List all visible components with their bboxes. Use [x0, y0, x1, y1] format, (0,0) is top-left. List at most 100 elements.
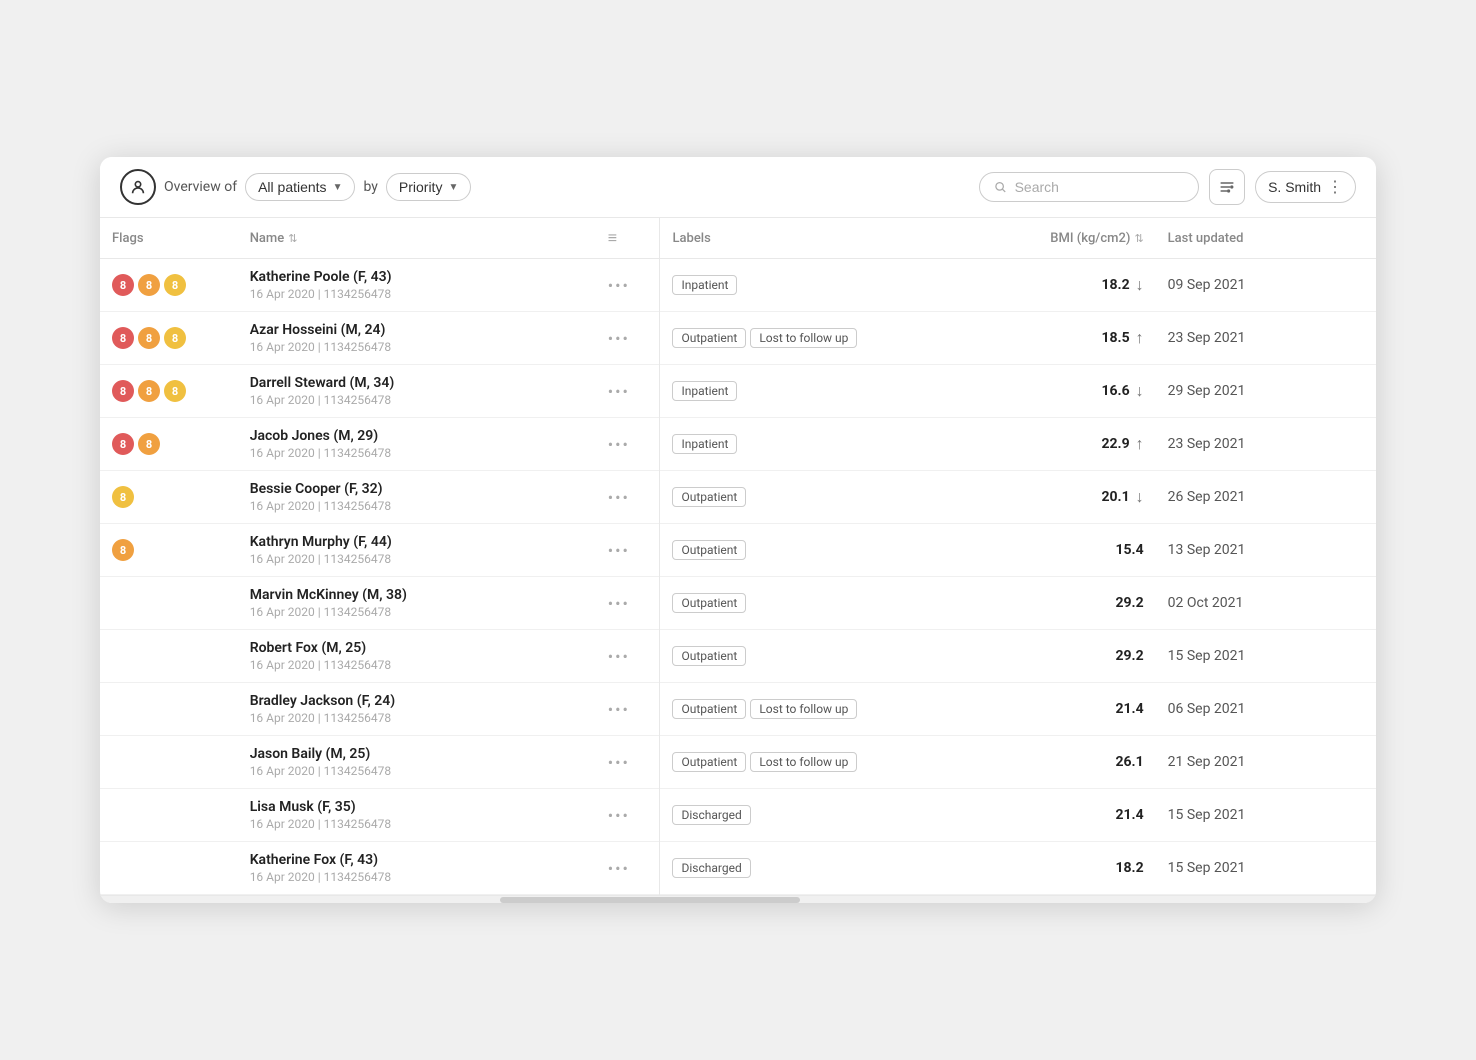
- table-row[interactable]: 8Bessie Cooper (F, 32)16 Apr 2020 | 1134…: [100, 471, 1376, 524]
- bmi-header[interactable]: BMI (kg/cm2) ⇅: [990, 218, 1155, 259]
- labels-cell: Discharged: [660, 842, 990, 895]
- priority-button[interactable]: Priority ▼: [386, 173, 471, 201]
- bmi-cell: 18.2↓: [990, 259, 1155, 312]
- bmi-value: 22.9: [1101, 436, 1129, 452]
- table-row[interactable]: 88Jacob Jones (M, 29)16 Apr 2020 | 11342…: [100, 418, 1376, 471]
- row-menu-cell[interactable]: •••: [596, 312, 660, 365]
- all-patients-button[interactable]: All patients ▼: [245, 173, 355, 201]
- user-button[interactable]: S. Smith ⋮: [1255, 171, 1356, 203]
- row-menu-cell[interactable]: •••: [596, 259, 660, 312]
- row-menu-icon[interactable]: •••: [608, 276, 630, 295]
- flag-badge-red: 8: [112, 380, 134, 402]
- flags-cell: 88: [100, 418, 238, 471]
- row-menu-icon[interactable]: •••: [608, 488, 630, 507]
- label-tag: Outpatient: [672, 752, 746, 772]
- label-tag: Lost to follow up: [750, 328, 857, 348]
- horizontal-scrollbar[interactable]: [100, 895, 1376, 903]
- header: Overview of All patients ▼ by Priority ▼: [100, 157, 1376, 218]
- patient-meta: 16 Apr 2020 | 1134256478: [250, 552, 584, 566]
- scrollbar-thumb[interactable]: [500, 897, 800, 903]
- search-input[interactable]: [1015, 179, 1185, 195]
- name-cell[interactable]: Katherine Fox (F, 43)16 Apr 2020 | 11342…: [238, 842, 596, 895]
- name-cell[interactable]: Lisa Musk (F, 35)16 Apr 2020 | 113425647…: [238, 789, 596, 842]
- row-menu-cell[interactable]: •••: [596, 683, 660, 736]
- name-cell[interactable]: Jacob Jones (M, 29)16 Apr 2020 | 1134256…: [238, 418, 596, 471]
- name-cell[interactable]: Bradley Jackson (F, 24)16 Apr 2020 | 113…: [238, 683, 596, 736]
- bmi-down-icon: ↓: [1136, 275, 1144, 295]
- name-cell[interactable]: Azar Hosseini (M, 24)16 Apr 2020 | 11342…: [238, 312, 596, 365]
- table-row[interactable]: 8Kathryn Murphy (F, 44)16 Apr 2020 | 113…: [100, 524, 1376, 577]
- patient-name: Robert Fox (M, 25): [250, 640, 584, 656]
- name-cell[interactable]: Marvin McKinney (M, 38)16 Apr 2020 | 113…: [238, 577, 596, 630]
- row-menu-cell[interactable]: •••: [596, 524, 660, 577]
- label-tag: Inpatient: [672, 381, 737, 401]
- row-menu-icon[interactable]: •••: [608, 647, 630, 666]
- bmi-value: 20.1: [1101, 489, 1129, 505]
- row-menu-icon[interactable]: •••: [608, 859, 630, 878]
- patient-name: Katherine Poole (F, 43): [250, 269, 584, 285]
- last-updated-cell: 21 Sep 2021: [1156, 736, 1376, 789]
- flags-cell: [100, 842, 238, 895]
- column-menu-icon[interactable]: ≡: [608, 228, 617, 247]
- row-menu-icon[interactable]: •••: [608, 700, 630, 719]
- table-row[interactable]: Robert Fox (M, 25)16 Apr 2020 | 11342564…: [100, 630, 1376, 683]
- name-cell[interactable]: Robert Fox (M, 25)16 Apr 2020 | 11342564…: [238, 630, 596, 683]
- flags-cell: [100, 630, 238, 683]
- table-row[interactable]: Bradley Jackson (F, 24)16 Apr 2020 | 113…: [100, 683, 1376, 736]
- table-row[interactable]: 888Azar Hosseini (M, 24)16 Apr 2020 | 11…: [100, 312, 1376, 365]
- table-row[interactable]: 888Katherine Poole (F, 43)16 Apr 2020 | …: [100, 259, 1376, 312]
- bmi-cell: 21.4: [990, 789, 1155, 842]
- row-menu-cell[interactable]: •••: [596, 842, 660, 895]
- name-cell[interactable]: Kathryn Murphy (F, 44) 16 Apr 2020 | 1134…: [238, 524, 596, 577]
- bmi-value: 16.6: [1101, 383, 1129, 399]
- table-row[interactable]: 888Darrell Steward (M, 34)16 Apr 2020 | …: [100, 365, 1376, 418]
- label-tag: Outpatient: [672, 328, 746, 348]
- row-menu-cell[interactable]: •••: [596, 789, 660, 842]
- row-menu-cell[interactable]: •••: [596, 577, 660, 630]
- patient-name: Kathryn Murphy (F, 44): [250, 534, 584, 550]
- label-tag: Outpatient: [672, 646, 746, 666]
- name-cell[interactable]: Bessie Cooper (F, 32)16 Apr 2020 | 11342…: [238, 471, 596, 524]
- row-menu-cell[interactable]: •••: [596, 736, 660, 789]
- row-menu-icon[interactable]: •••: [608, 329, 630, 348]
- last-updated-cell: 15 Sep 2021: [1156, 789, 1376, 842]
- table-row[interactable]: Lisa Musk (F, 35)16 Apr 2020 | 113425647…: [100, 789, 1376, 842]
- label-tag: Discharged: [672, 805, 750, 825]
- row-menu-cell[interactable]: •••: [596, 418, 660, 471]
- row-menu-icon[interactable]: •••: [608, 435, 630, 454]
- filter-button[interactable]: [1209, 169, 1245, 205]
- bmi-value: 21.4: [1115, 807, 1143, 823]
- patient-name: Lisa Musk (F, 35): [250, 799, 584, 815]
- row-menu-cell[interactable]: •••: [596, 630, 660, 683]
- patient-name: Bradley Jackson (F, 24): [250, 693, 584, 709]
- row-menu-cell[interactable]: •••: [596, 365, 660, 418]
- filter-icon: [1219, 179, 1235, 195]
- bmi-value: 29.2: [1115, 648, 1143, 664]
- search-box[interactable]: [979, 172, 1199, 202]
- flags-cell: [100, 683, 238, 736]
- table-row[interactable]: Jason Baily (M, 25)16 Apr 2020 | 1134256…: [100, 736, 1376, 789]
- patient-meta: 16 Apr 2020 | 1134256478: [250, 764, 584, 778]
- bmi-value: 26.1: [1115, 754, 1143, 770]
- name-cell[interactable]: Katherine Poole (F, 43) 16 Apr 2020 | 113…: [238, 259, 596, 312]
- flag-badge-orange: 8: [138, 380, 160, 402]
- flags-cell: 888: [100, 312, 238, 365]
- label-tag: Outpatient: [672, 699, 746, 719]
- row-menu-icon[interactable]: •••: [608, 806, 630, 825]
- name-cell[interactable]: Darrell Steward (M, 34)16 Apr 2020 | 113…: [238, 365, 596, 418]
- row-menu-icon[interactable]: •••: [608, 382, 630, 401]
- bmi-sort-icon: ⇅: [1134, 232, 1143, 245]
- patient-meta: 16 Apr 2020 | 1134256478: [250, 287, 584, 301]
- row-menu-icon[interactable]: •••: [608, 541, 630, 560]
- table-row[interactable]: Katherine Fox (F, 43)16 Apr 2020 | 11342…: [100, 842, 1376, 895]
- name-cell[interactable]: Jason Baily (M, 25)16 Apr 2020 | 1134256…: [238, 736, 596, 789]
- patient-name: Bessie Cooper (F, 32): [250, 481, 584, 497]
- name-header[interactable]: Name ⇅: [238, 218, 596, 259]
- table-row[interactable]: Marvin McKinney (M, 38)16 Apr 2020 | 113…: [100, 577, 1376, 630]
- bmi-cell: 16.6↓: [990, 365, 1155, 418]
- row-menu-cell[interactable]: •••: [596, 471, 660, 524]
- row-menu-icon[interactable]: •••: [608, 594, 630, 613]
- bmi-up-icon: ↑: [1136, 328, 1144, 348]
- main-window: Overview of All patients ▼ by Priority ▼: [100, 157, 1376, 903]
- row-menu-icon[interactable]: •••: [608, 753, 630, 772]
